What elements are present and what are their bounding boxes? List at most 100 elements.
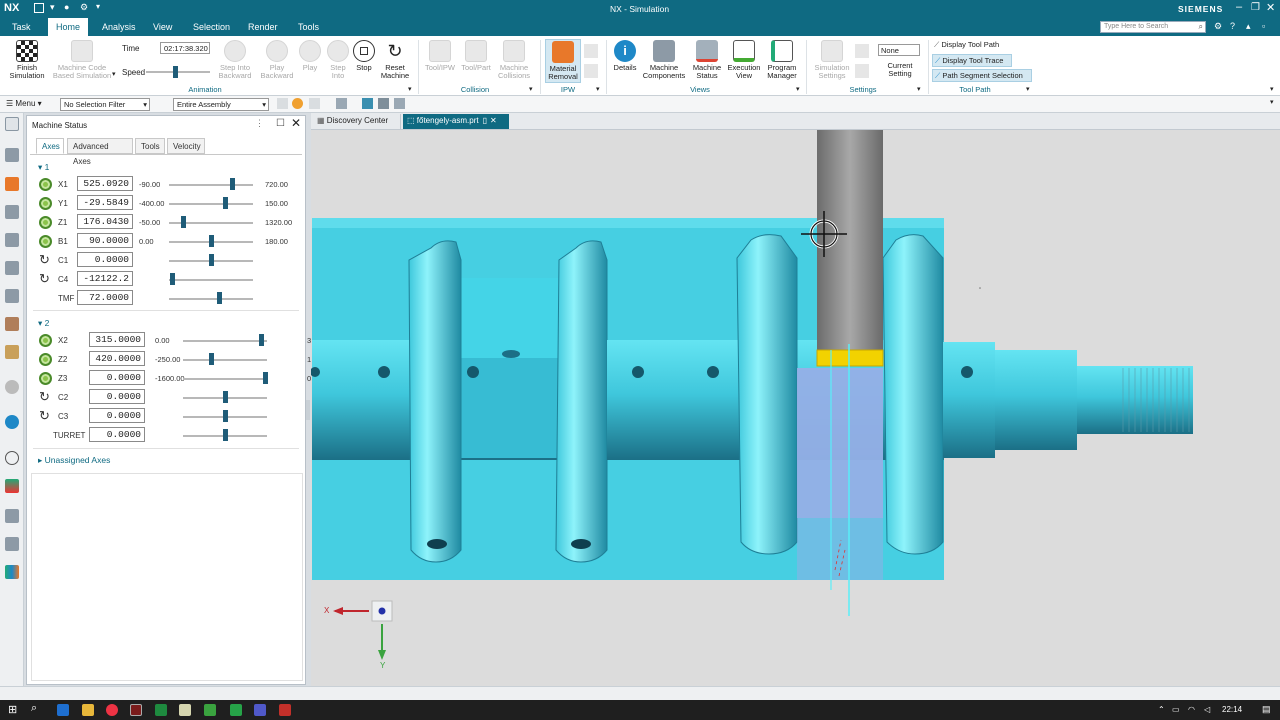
axis-slider[interactable]	[183, 340, 267, 342]
settings-option2-icon[interactable]	[855, 64, 869, 78]
axis-slider[interactable]	[183, 359, 267, 361]
green-app-icon[interactable]	[204, 704, 216, 716]
view-style-icon[interactable]	[378, 98, 389, 109]
help-icon[interactable]: ?	[1230, 21, 1235, 31]
axis-value-field[interactable]: 315.0000	[89, 332, 145, 347]
notes-icon[interactable]	[179, 704, 191, 716]
axis-value-field[interactable]: -29.5849	[77, 195, 133, 210]
constraint-navigator-icon[interactable]	[5, 261, 19, 275]
roles-icon[interactable]	[5, 565, 19, 579]
tab-axes[interactable]: Axes	[36, 138, 64, 154]
speed-slider[interactable]	[146, 66, 210, 78]
tab-home[interactable]: Home	[48, 18, 89, 36]
execution-view-button[interactable]: Execution View	[726, 40, 762, 80]
ipw-expand-icon[interactable]: ▾	[596, 85, 600, 93]
settings-expand-icon[interactable]: ▾	[917, 85, 921, 93]
group2-header[interactable]: ▾ 2	[38, 318, 49, 329]
camtasia-icon[interactable]	[230, 704, 242, 716]
time-field[interactable]: 02:17:38.320	[160, 42, 210, 54]
close-panel-icon[interactable]: ✕	[291, 116, 301, 130]
reuse-library-icon[interactable]	[5, 289, 19, 303]
ribbon-expand-icon[interactable]: ▾	[1270, 85, 1274, 93]
tool-part-button[interactable]: Tool/Part	[458, 40, 494, 72]
play-backward-button[interactable]: Play Backward	[258, 40, 296, 80]
web-browser-icon[interactable]	[5, 380, 19, 394]
undo-icon[interactable]: ▾	[50, 2, 55, 13]
recorder-icon[interactable]	[279, 704, 291, 716]
axis-status-icon[interactable]	[39, 353, 52, 366]
assembly-scope-select[interactable]: Entire Assembly ▾	[173, 98, 269, 111]
settings-icon[interactable]: ⚙	[80, 2, 88, 13]
path-segment-selection-button[interactable]: ⟋ Path Segment Selection	[932, 69, 1032, 82]
stop-button[interactable]: Stop	[350, 40, 378, 72]
collapse-ribbon-icon[interactable]: ▴	[1246, 21, 1251, 32]
tab-selection[interactable]: Selection	[185, 18, 238, 36]
axis-value-field[interactable]: 0.0000	[89, 370, 145, 385]
select-tool-icon[interactable]	[277, 98, 288, 109]
simulation-settings-button[interactable]: Simulation Settings	[812, 40, 852, 80]
axis-status-icon[interactable]	[39, 334, 52, 347]
axis-value-field[interactable]: 0.0000	[89, 408, 145, 423]
axis-value-field[interactable]: 420.0000	[89, 351, 145, 366]
axis-value-field[interactable]: 0.0000	[89, 389, 145, 404]
fixture-library-icon[interactable]	[5, 345, 19, 359]
clock[interactable]: 22:14	[1222, 705, 1242, 714]
views-expand-icon[interactable]: ▾	[796, 85, 800, 93]
process-navigator-icon[interactable]	[5, 509, 19, 523]
details-button[interactable]: i Details	[610, 40, 640, 72]
axis-slider[interactable]	[169, 279, 253, 281]
tab-velocity[interactable]: Velocity	[167, 138, 205, 154]
axis-slider[interactable]	[169, 203, 253, 205]
collision-expand-icon[interactable]: ▾	[529, 85, 533, 93]
axis-slider-thumb[interactable]	[223, 197, 229, 209]
axis-value-field[interactable]: 525.0920	[77, 176, 133, 191]
rotary-axis-icon[interactable]: ↻	[39, 272, 53, 286]
rotary-axis-icon[interactable]: ↻	[39, 253, 53, 267]
render-icon[interactable]	[394, 98, 405, 109]
axis-slider-thumb[interactable]	[263, 372, 269, 384]
step-into-backward-button[interactable]: Step Into Backward	[216, 40, 254, 80]
excel-icon[interactable]	[155, 704, 167, 716]
machine-components-button[interactable]: Machine Components	[640, 40, 688, 80]
minimize-icon[interactable]: –	[1236, 1, 1242, 13]
chrome-icon[interactable]	[106, 704, 118, 716]
axis-slider[interactable]	[169, 184, 253, 186]
machine-code-sim-button[interactable]: Machine Code Based Simulation	[50, 40, 114, 80]
panel-options-icon[interactable]: ⋮	[255, 118, 264, 129]
file-explorer-icon[interactable]	[82, 704, 94, 716]
tab-task[interactable]: Task	[4, 18, 39, 36]
color-palette-icon[interactable]	[5, 479, 19, 493]
network-icon[interactable]: ▭	[1172, 705, 1180, 714]
speed-slider-thumb[interactable]	[172, 66, 178, 78]
step-into-button[interactable]: Step Into	[324, 40, 352, 80]
assembly-navigator-icon[interactable]	[5, 148, 19, 162]
tool-library-icon[interactable]	[5, 317, 19, 331]
tray-chevron-icon[interactable]: ⌃	[1158, 705, 1165, 714]
axis-value-field[interactable]: 0.0000	[89, 427, 145, 442]
axis-slider-thumb[interactable]	[169, 273, 175, 285]
pick-icon[interactable]	[309, 98, 320, 109]
cube-icon[interactable]	[336, 98, 347, 109]
search-taskbar-icon[interactable]: ⌕	[31, 702, 37, 715]
axis-slider[interactable]	[169, 298, 253, 300]
ipw-display-icon[interactable]	[584, 64, 598, 78]
machine-status-nav-icon[interactable]	[5, 415, 19, 429]
rotary-axis-icon[interactable]: ↻	[39, 409, 53, 423]
axis-slider-thumb[interactable]	[209, 235, 214, 247]
axis-slider-thumb[interactable]	[223, 429, 228, 441]
maximize-panel-icon[interactable]: ☐	[276, 118, 285, 129]
program-manager-button[interactable]: Program Manager	[764, 40, 800, 80]
notifications-icon[interactable]: ▤	[1262, 704, 1271, 715]
axis-slider-thumb[interactable]	[209, 254, 214, 266]
material-removal-button[interactable]: Material Removal	[545, 39, 581, 83]
axis-status-icon[interactable]	[39, 197, 52, 210]
axis-slider-thumb[interactable]	[216, 292, 222, 304]
finish-simulation-button[interactable]: Finish Simulation	[6, 40, 48, 80]
nx-app-icon[interactable]	[130, 704, 142, 716]
axis-slider-thumb[interactable]	[230, 178, 235, 190]
windows-start-icon[interactable]: ⊞	[8, 703, 17, 716]
selection-filter-select[interactable]: No Selection Filter ▾	[60, 98, 150, 111]
settings-nav-icon[interactable]	[5, 117, 19, 131]
tab-view[interactable]: View	[145, 18, 180, 36]
tab-advanced-axes[interactable]: Advanced Axes	[67, 138, 133, 166]
